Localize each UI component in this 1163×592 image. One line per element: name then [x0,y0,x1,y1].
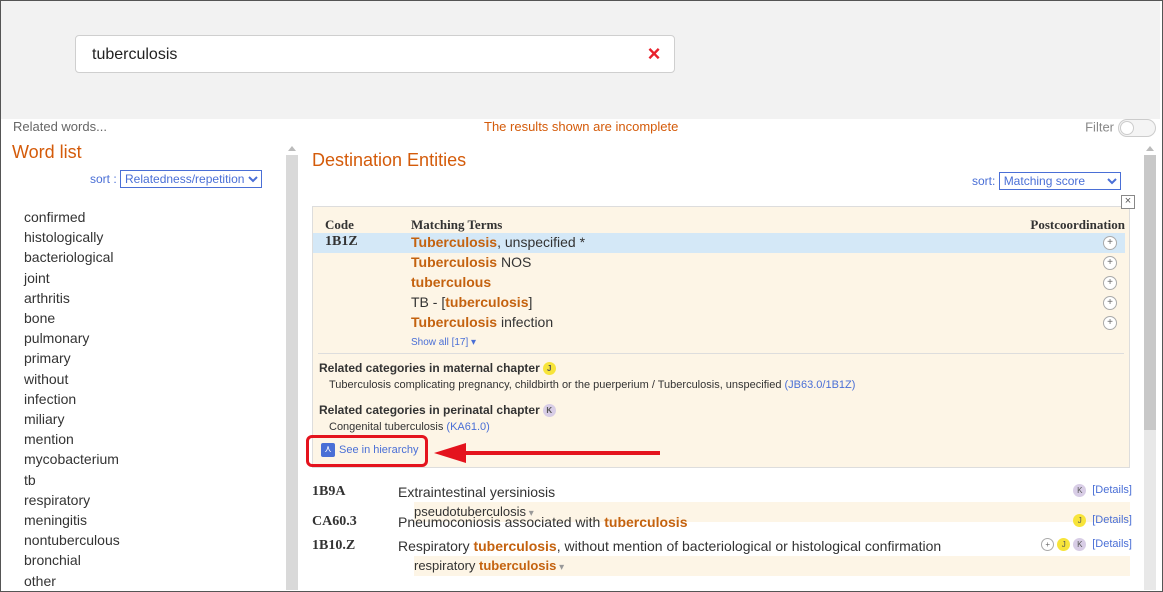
word-list-item[interactable]: tb [24,470,120,490]
word-list-panel: Word list sort : Relatedness/repetition … [12,142,282,590]
perinatal-chapter-badge: K [1073,484,1087,497]
chevron-down-icon[interactable]: ▾ [556,562,564,573]
info-bar: Related words... The results shown are i… [1,119,1160,139]
entity-code: 1B10.Z [312,538,356,553]
details-link[interactable]: [Details] [1092,538,1132,550]
destination-sort: sort: Matching score [972,172,1121,190]
filter-label: Filter [1085,119,1114,135]
clear-search-icon[interactable]: × [642,41,666,67]
maternal-chapter-badge: J [1057,538,1071,551]
search-header: × [1,1,1160,119]
matching-term-text: TB - [tuberculosis] [411,294,533,310]
code-header: Code [325,217,354,232]
entity-title[interactable]: Pneumoconiosis associated with tuberculo… [398,514,687,530]
word-list-sort: sort : Relatedness/repetition [90,170,263,188]
word-list-item[interactable]: arthritis [24,288,120,308]
word-list-item[interactable]: bronchial [24,550,120,570]
matching-term-text: Tuberculosis infection [411,314,554,330]
matching-term-row[interactable]: 1B1Z Tuberculosis, unspecified * + [313,233,1125,253]
red-arrow-icon [434,443,660,463]
details-link[interactable]: [Details] [1092,484,1132,496]
word-list-item[interactable]: bone [24,308,120,328]
matching-term-row[interactable]: Tuberculosis NOS + [313,253,1125,273]
close-icon[interactable]: × [1121,195,1135,209]
postcoordination-add-icon[interactable]: + [1103,296,1117,310]
top-result-box: × Code Matching Terms Postcoordination 1… [312,195,1135,468]
incomplete-results-notice: The results shown are incomplete [484,119,679,134]
word-list-item[interactable]: pulmonary [24,328,120,348]
perinatal-chapter-badge: K [542,404,556,418]
word-list-item[interactable]: mycobacterium [24,449,120,469]
word-list: confirmed histologically bacteriological jo… [24,207,120,591]
destination-title: Destination Entities [312,150,467,170]
maternal-related: Tuberculosis complicating pregnancy, chi… [329,379,856,391]
word-list-item[interactable]: meningitis [24,510,120,530]
maternal-chapter-badge: J [1073,514,1087,527]
word-list-sort-label: sort : [90,172,117,186]
word-list-item[interactable]: other [24,571,120,591]
word-list-title: Word list [12,142,82,162]
maternal-heading: Related categories in maternal chapter J [319,361,556,376]
word-list-item[interactable]: bacteriological [24,247,120,267]
entity-title[interactable]: Respiratory tuberculosis, without mentio… [398,538,941,554]
destination-sort-label: sort: [972,174,996,188]
show-all-link[interactable]: Show all [17] ▾ [411,337,476,348]
postcoordination-header: Postcoordination [1030,217,1125,232]
postcoordination-add-icon[interactable]: + [1103,316,1117,330]
entity-tags: K [Details] [1070,484,1132,497]
filter-toggle-area[interactable]: Filter [1085,119,1156,137]
divider [318,353,1124,354]
search-input[interactable] [90,42,634,68]
postcoordination-add-icon[interactable]: + [1103,256,1117,270]
word-list-item[interactable]: primary [24,348,120,368]
word-list-item[interactable]: histologically [24,227,120,247]
destination-scroll-thumb[interactable] [1144,155,1156,430]
entity-tags: J [Details] [1070,514,1132,527]
details-link[interactable]: [Details] [1092,514,1132,526]
destination-sort-select[interactable]: Matching score [998,172,1121,190]
word-list-item[interactable]: miliary [24,409,120,429]
word-list-item[interactable]: confirmed [24,207,120,227]
entity-title[interactable]: Extraintestinal yersiniosis [398,484,555,500]
highlight-box [306,435,428,467]
postcoordination-add-icon[interactable]: + [1103,236,1117,250]
maternal-code-link[interactable]: (JB63.0/1B1Z) [785,379,856,391]
destination-panel: Destination Entities sort: Matching scor… [310,142,1142,590]
perinatal-related: Congenital tuberculosis (KA61.0) [329,421,490,433]
perinatal-code-link[interactable]: (KA61.0) [446,421,489,433]
maternal-chapter-badge: J [542,362,556,376]
search-box: × [75,35,675,73]
matching-terms-header: Matching Terms [411,217,503,232]
entity-code: CA60.3 [312,514,357,529]
word-list-sort-select[interactable]: Relatedness/repetition [120,170,263,188]
related-words-link[interactable]: Related words... [13,119,107,134]
postcoordination-add-icon[interactable]: + [1041,538,1055,551]
word-list-item[interactable]: mention [24,429,120,449]
word-list-scrollbar[interactable] [286,155,298,590]
matching-term-text: Tuberculosis, unspecified * [411,234,586,250]
perinatal-heading: Related categories in perinatal chapter K [319,403,556,418]
perinatal-chapter-badge: K [1073,538,1087,551]
destination-scroll-up-icon[interactable] [1146,146,1154,151]
matching-term-text: Tuberculosis NOS [411,254,532,270]
word-list-item[interactable]: nontuberculous [24,530,120,550]
postcoordination-add-icon[interactable]: + [1103,276,1117,290]
filter-toggle[interactable] [1118,119,1156,137]
entity-tags: + J K [Details] [1038,538,1132,551]
word-list-item[interactable]: without [24,369,120,389]
matching-term-row[interactable]: TB - [tuberculosis] + [313,293,1125,313]
matching-term-row[interactable]: Tuberculosis infection + [313,313,1125,333]
word-list-item[interactable]: infection [24,389,120,409]
entity-matched-term[interactable]: respiratory tuberculosis ▾ [414,556,1130,576]
entity-code: 1B9A [312,484,346,499]
entity-result[interactable]: 1B10.Z Respiratory tuberculosis, without … [310,538,1132,578]
word-list-item[interactable]: respiratory [24,490,120,510]
matching-term-row[interactable]: tuberculous + [313,273,1125,293]
word-list-item[interactable]: joint [24,268,120,288]
entity-code: 1B1Z [325,234,358,249]
word-list-scroll-up-icon[interactable] [288,146,296,151]
matching-term-text: tuberculous [411,274,492,290]
